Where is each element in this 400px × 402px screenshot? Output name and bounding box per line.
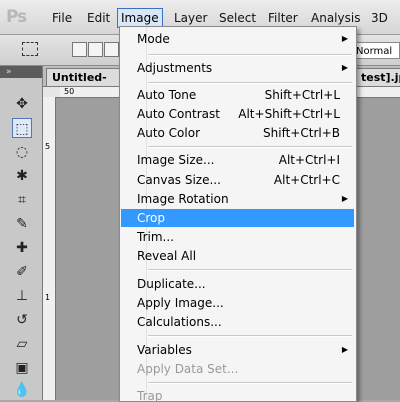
history-brush-tool-icon[interactable]: ↺ xyxy=(12,310,32,330)
blur-tool-icon[interactable]: 💧 xyxy=(12,380,32,400)
ruler-top-label: 50 xyxy=(64,87,75,96)
submenu-arrow-icon: ▶ xyxy=(341,194,348,203)
ruler-left-label-1: 5 xyxy=(45,142,51,151)
menu-item-adjustments[interactable]: Adjustments ▶ xyxy=(121,59,354,77)
menu-item-apply-data-set: Apply Data Set... xyxy=(137,362,239,376)
lasso-tool-icon[interactable]: ◌ xyxy=(12,142,32,162)
menu-separator xyxy=(148,146,352,148)
menu-item-image-size[interactable]: Image Size... Alt+Ctrl+I xyxy=(121,151,354,169)
marquee-tool-icon[interactable] xyxy=(22,42,38,56)
menu-file[interactable]: File xyxy=(52,9,72,27)
new-selection-icon[interactable] xyxy=(72,42,87,57)
menu-item-canvas-size[interactable]: Canvas Size... Alt+Ctrl+C xyxy=(121,171,354,189)
menu-image[interactable]: Image xyxy=(117,8,163,28)
menu-select[interactable]: Select xyxy=(219,9,256,27)
add-selection-icon[interactable] xyxy=(88,42,103,57)
menu-separator xyxy=(148,82,352,84)
menu-item-trim[interactable]: Trim... xyxy=(121,228,354,246)
menu-item-apply-image[interactable]: Apply Image... xyxy=(121,294,354,312)
menu-item-variables[interactable]: Variables ▶ xyxy=(121,341,354,359)
menu-separator xyxy=(148,382,352,384)
style-select[interactable]: Normal xyxy=(352,42,400,59)
menu-analysis[interactable]: Analysis xyxy=(311,9,360,27)
menu-separator xyxy=(148,335,352,337)
move-tool-icon[interactable]: ✥ xyxy=(12,94,32,114)
rect-marquee-tool-icon[interactable]: ⬚ xyxy=(12,118,32,138)
menu-item-auto-tone[interactable]: Auto Tone Shift+Ctrl+L xyxy=(121,86,354,104)
menu-item-image-rotation[interactable]: Image Rotation ▶ xyxy=(121,190,354,208)
menu-item-crop[interactable]: Crop xyxy=(121,209,354,227)
menu-3d[interactable]: 3D xyxy=(371,9,388,27)
brush-tool-icon[interactable]: ✐ xyxy=(12,262,32,282)
submenu-arrow-icon: ▶ xyxy=(341,345,348,354)
submenu-arrow-icon: ▶ xyxy=(341,34,348,43)
menu-layer[interactable]: Layer xyxy=(174,9,207,27)
menu-item-mode[interactable]: Mode ▶ xyxy=(121,30,354,48)
menu-item-auto-color[interactable]: Auto Color Shift+Ctrl+B xyxy=(121,124,354,142)
menu-separator xyxy=(148,54,352,56)
stamp-tool-icon[interactable]: ⊥ xyxy=(12,286,32,306)
eraser-tool-icon[interactable]: ▱ xyxy=(12,334,32,354)
healing-brush-tool-icon[interactable]: ✚ xyxy=(12,238,32,258)
subtract-selection-icon[interactable] xyxy=(104,42,119,57)
menu-item-reveal-all[interactable]: Reveal All xyxy=(121,247,354,265)
menu-item-calculations[interactable]: Calculations... xyxy=(121,313,354,331)
menu-item-auto-contrast[interactable]: Auto Contrast Alt+Shift+Ctrl+L xyxy=(121,105,354,123)
toolbox: » ✥ ⬚ ◌ ✱ ⌗ ✎ ✚ ✐ ⊥ ↺ ▱ ▣ 💧 xyxy=(0,66,43,400)
tab-test[interactable]: test].jp xyxy=(355,68,400,86)
submenu-arrow-icon: ▶ xyxy=(341,63,348,72)
tab-untitled-1[interactable]: Untitled-1 @ xyxy=(46,68,120,102)
ruler-left: 5 1 xyxy=(43,97,56,400)
crop-tool-icon[interactable]: ⌗ xyxy=(12,190,32,210)
gradient-tool-icon[interactable]: ▣ xyxy=(12,358,32,378)
eyedropper-tool-icon[interactable]: ✎ xyxy=(12,214,32,234)
ruler-left-label-2: 1 xyxy=(45,293,51,302)
app-logo: Ps xyxy=(6,7,27,27)
menu-filter[interactable]: Filter xyxy=(268,9,298,27)
menu-item-duplicate[interactable]: Duplicate... xyxy=(121,275,354,293)
menu-separator xyxy=(148,269,352,271)
magic-wand-tool-icon[interactable]: ✱ xyxy=(12,166,32,186)
menu-edit[interactable]: Edit xyxy=(87,9,110,27)
image-menu-dropdown: Mode ▶ Adjustments ▶ Auto Tone Shift+Ctr… xyxy=(119,26,357,402)
toolbox-collapse-icon[interactable]: » xyxy=(0,66,42,78)
